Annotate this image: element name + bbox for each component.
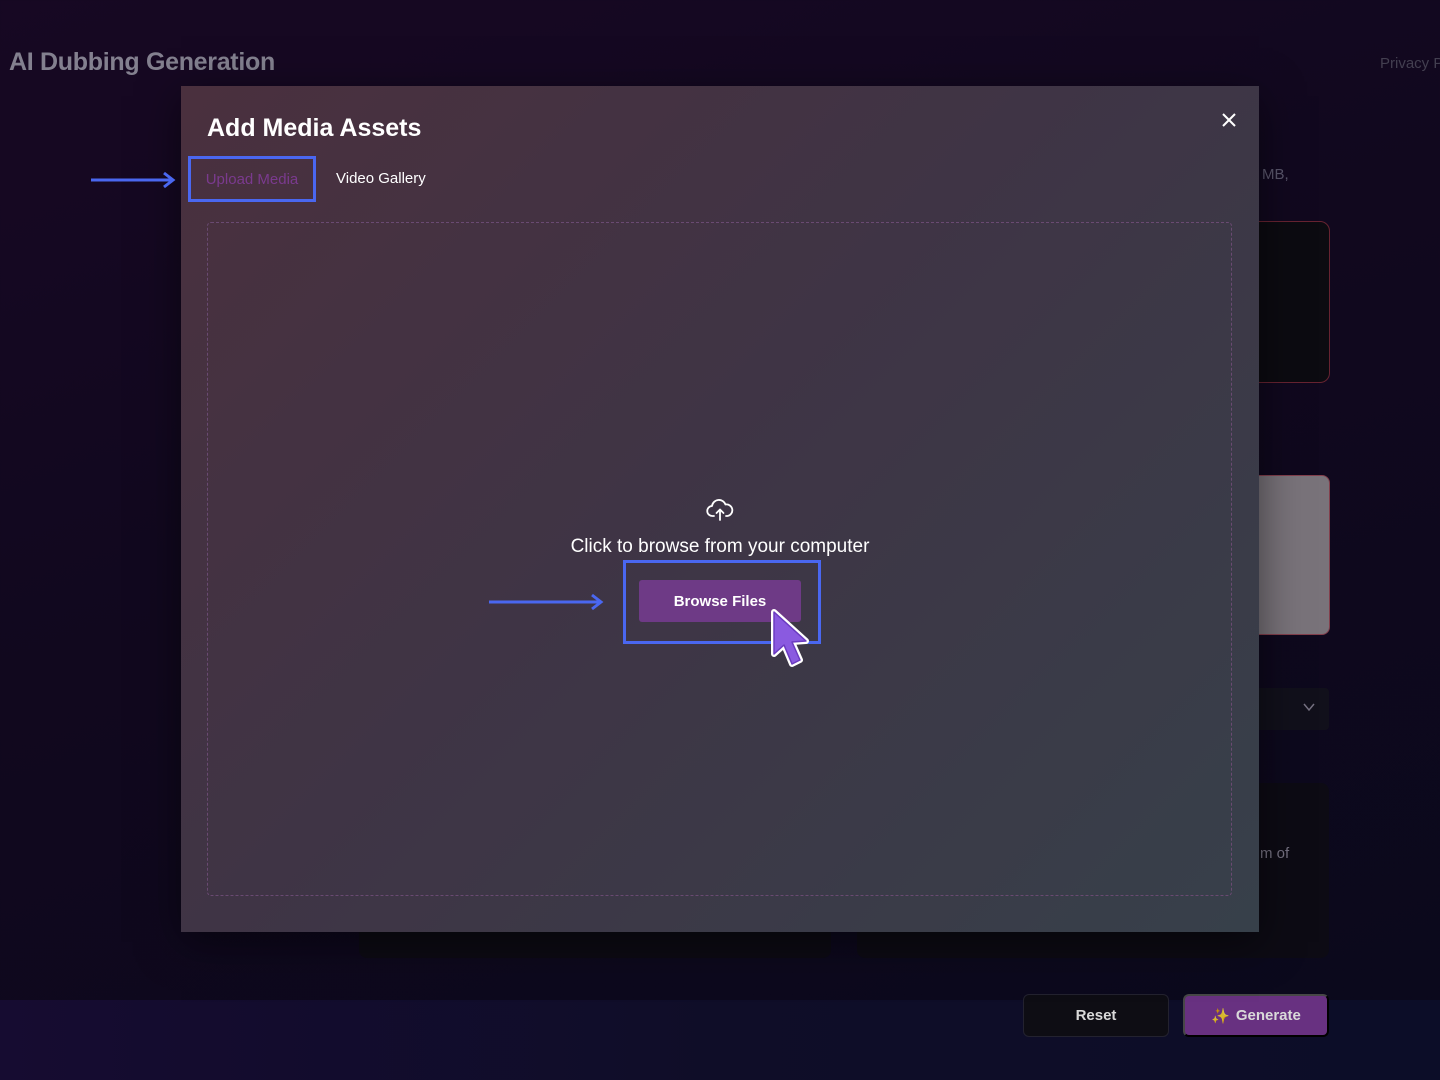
tab-video-gallery[interactable]: Video Gallery — [336, 170, 426, 187]
close-icon — [1222, 113, 1236, 127]
modal-title: Add Media Assets — [207, 114, 422, 142]
mouse-pointer-icon — [771, 609, 809, 667]
tab-upload-media-label: Upload Media — [205, 170, 299, 188]
tab-upload-media[interactable]: Upload Media — [188, 156, 316, 202]
cloud-upload-icon — [706, 499, 734, 521]
dropzone-instruction: Click to browse from your computer — [570, 536, 870, 557]
arrow-right-icon — [489, 593, 604, 611]
upload-dropzone[interactable] — [207, 222, 1232, 896]
add-media-modal: Add Media Assets Upload Media Video Gall… — [181, 86, 1259, 932]
arrow-right-icon — [91, 171, 176, 189]
close-button[interactable] — [1217, 108, 1241, 132]
